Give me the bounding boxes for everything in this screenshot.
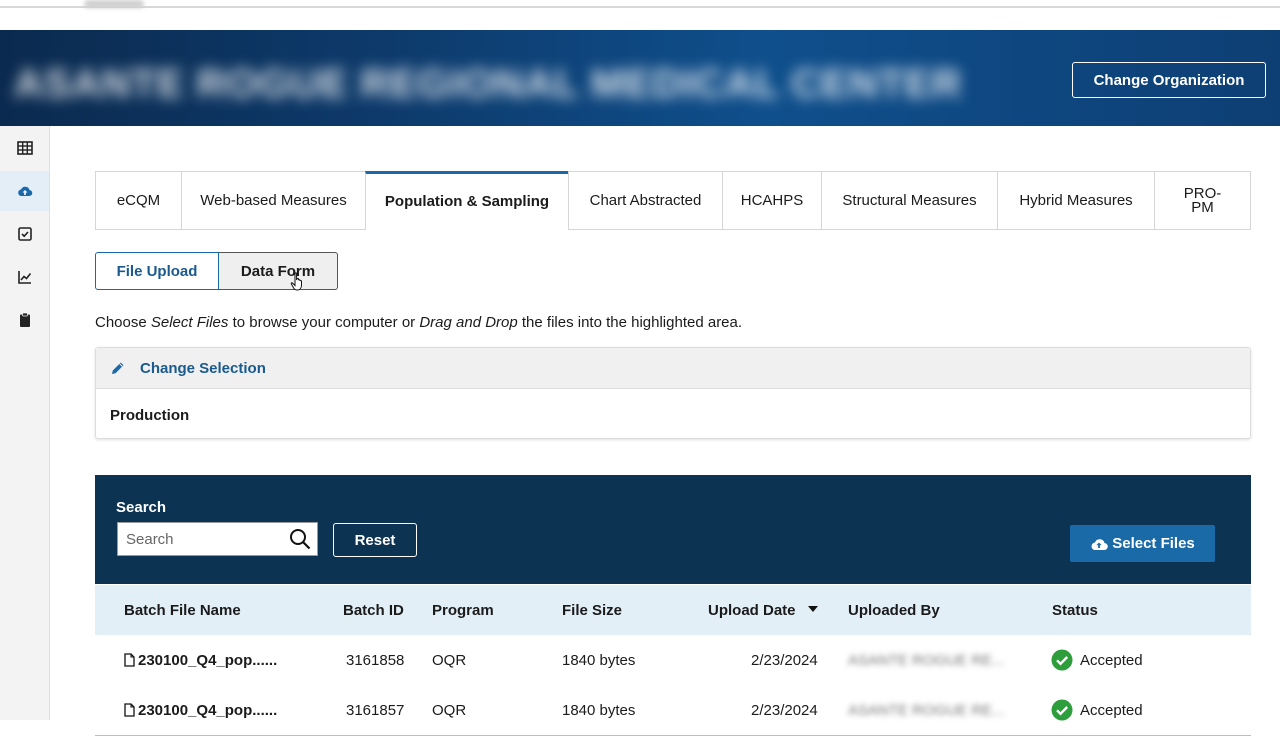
clipboard-icon bbox=[19, 312, 30, 327]
tab-hybrid-measures[interactable]: Hybrid Measures bbox=[997, 171, 1154, 230]
check-circle-icon bbox=[1051, 649, 1073, 671]
tab-hcahps[interactable]: HCAHPS bbox=[722, 171, 821, 230]
tab-web-based-measures[interactable]: Web-based Measures bbox=[181, 171, 365, 230]
batch-file-name-cell[interactable]: 230100_Q4_pop...... bbox=[124, 652, 277, 669]
blurred-toolbar bbox=[84, 0, 144, 8]
change-selection-label: Change Selection bbox=[140, 359, 266, 377]
divider bbox=[0, 6, 1280, 8]
status-cell: Accepted bbox=[1080, 652, 1143, 669]
batch-id-cell: 3161857 bbox=[346, 702, 405, 719]
status-cell: Accepted bbox=[1080, 702, 1143, 719]
column-file-size[interactable]: File Size bbox=[562, 602, 622, 619]
pencil-icon bbox=[112, 362, 124, 374]
batch-file-name: 230100_Q4_pop...... bbox=[138, 652, 278, 669]
tab-population-sampling[interactable]: Population & Sampling bbox=[365, 171, 568, 230]
program-cell: OQR bbox=[432, 702, 467, 719]
select-files-button[interactable]: Select Files bbox=[1070, 525, 1215, 562]
sidebar-item-clipboard[interactable] bbox=[0, 300, 49, 340]
table-header: Batch File Name Batch ID Program File Si… bbox=[95, 585, 1251, 635]
upload-date-cell: 2/23/2024 bbox=[751, 702, 818, 719]
table-row[interactable]: 230100_Q4_pop...... 3161858 OQR 1840 byt… bbox=[95, 635, 1251, 686]
file-size-cell: 1840 bytes bbox=[562, 702, 636, 719]
select-files-label: Select Files bbox=[1112, 535, 1195, 552]
instruction-text: the files into the highlighted area. bbox=[517, 314, 743, 331]
upload-instructions: Choose Select Files to browse your compu… bbox=[95, 314, 742, 331]
column-uploaded-by[interactable]: Uploaded By bbox=[848, 602, 940, 619]
selection-value: Production bbox=[110, 407, 190, 424]
sidebar-item-reports[interactable] bbox=[0, 257, 49, 297]
file-icon bbox=[124, 653, 135, 667]
cloud-upload-icon bbox=[17, 186, 32, 197]
reset-button[interactable]: Reset bbox=[333, 523, 417, 557]
search-panel: Search Reset Select Files bbox=[95, 475, 1251, 584]
organization-name: ASANTE ROGUE REGIONAL MEDICAL CENTER bbox=[14, 62, 962, 106]
line-chart-icon bbox=[17, 271, 31, 284]
sidebar-item-upload[interactable] bbox=[0, 171, 49, 211]
program-cell: OQR bbox=[432, 652, 467, 669]
tab-structural-measures[interactable]: Structural Measures bbox=[821, 171, 997, 230]
tab-ecqm[interactable]: eCQM bbox=[95, 171, 181, 230]
sidebar bbox=[0, 126, 50, 720]
file-size-cell: 1840 bytes bbox=[562, 652, 636, 669]
table-row[interactable]: 230100_Q4_pop...... 3161857 OQR 1840 byt… bbox=[95, 685, 1251, 736]
instruction-text: to browse your computer or bbox=[228, 314, 420, 331]
batch-file-name-cell[interactable]: 230100_Q4_pop...... bbox=[124, 702, 277, 719]
browser-top-strip bbox=[0, 0, 1280, 30]
search-input[interactable] bbox=[124, 523, 288, 555]
change-organization-button[interactable]: Change Organization bbox=[1072, 62, 1266, 98]
file-icon bbox=[124, 703, 135, 717]
measure-tabs: eCQM Web-based Measures Population & Sam… bbox=[95, 171, 1251, 230]
data-form-button[interactable]: Data Form bbox=[219, 252, 338, 290]
column-batch-id[interactable]: Batch ID bbox=[343, 602, 404, 619]
change-selection-link[interactable]: Change Selection bbox=[96, 348, 1250, 389]
column-status[interactable]: Status bbox=[1052, 602, 1098, 619]
check-circle-icon bbox=[1051, 699, 1073, 721]
column-upload-date-label: Upload Date bbox=[708, 602, 796, 619]
instruction-emphasis: Select Files bbox=[150, 314, 229, 331]
search-icon[interactable] bbox=[289, 528, 311, 550]
uploaded-by-cell: ASANTE ROGUE RE... bbox=[848, 652, 1005, 669]
tab-chart-abstracted[interactable]: Chart Abstracted bbox=[568, 171, 722, 230]
uploaded-by-cell: ASANTE ROGUE RE... bbox=[848, 702, 1005, 719]
checkbox-icon bbox=[17, 227, 32, 241]
column-batch-file-name[interactable]: Batch File Name bbox=[124, 602, 241, 619]
column-upload-date[interactable]: Upload Date bbox=[708, 602, 818, 619]
instruction-emphasis: Drag and Drop bbox=[419, 314, 518, 331]
hand-pointer-icon bbox=[290, 272, 302, 291]
sort-descending-icon bbox=[807, 606, 818, 612]
search-box bbox=[117, 522, 318, 556]
tab-pro-pm[interactable]: PRO-PM bbox=[1154, 171, 1251, 230]
batch-file-name: 230100_Q4_pop...... bbox=[138, 702, 278, 719]
batch-id-cell: 3161858 bbox=[346, 652, 405, 669]
header-banner: ASANTE ROGUE REGIONAL MEDICAL CENTER Cha… bbox=[0, 30, 1280, 126]
sidebar-item-tasks[interactable] bbox=[0, 214, 49, 254]
column-program[interactable]: Program bbox=[432, 602, 494, 619]
grid-icon bbox=[16, 141, 33, 155]
upload-date-cell: 2/23/2024 bbox=[751, 652, 818, 669]
search-label: Search bbox=[116, 499, 167, 516]
file-upload-button[interactable]: File Upload bbox=[95, 252, 219, 290]
cloud-upload-icon bbox=[1091, 538, 1108, 550]
instruction-text: Choose bbox=[95, 314, 151, 331]
selection-card: Change Selection Production bbox=[95, 347, 1251, 439]
sidebar-item-dashboard[interactable] bbox=[0, 128, 49, 168]
